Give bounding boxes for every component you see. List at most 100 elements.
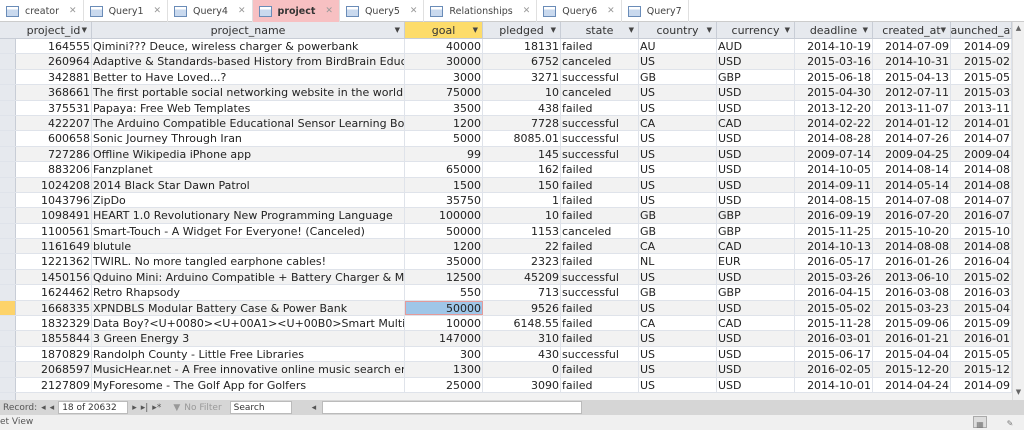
cell-project_name[interactable]: HEART 1.0 Revolutionary New Programming … bbox=[92, 208, 405, 223]
cell-project_id[interactable]: 1043796 bbox=[16, 192, 92, 208]
cell-launched_at[interactable]: 2015-05 bbox=[951, 69, 1012, 85]
cell-pledged[interactable]: 8085.01 bbox=[483, 131, 561, 146]
filter-icon[interactable]: ▼ bbox=[173, 403, 180, 413]
select-all[interactable] bbox=[0, 22, 16, 38]
horizontal-scrollbar[interactable] bbox=[322, 401, 582, 414]
cell-project_id[interactable]: 1668335 bbox=[16, 300, 92, 316]
row-selector[interactable] bbox=[0, 239, 16, 254]
column-header-launched_at[interactable]: launched_at bbox=[951, 22, 1012, 38]
next-record-icon[interactable]: ▸ bbox=[132, 403, 137, 413]
cell-currency[interactable]: USD bbox=[717, 146, 795, 162]
cell-state[interactable]: canceled bbox=[561, 223, 639, 239]
close-icon[interactable]: ✕ bbox=[325, 6, 333, 16]
cell-launched_at[interactable]: 2009-04 bbox=[951, 146, 1012, 162]
cell-deadline[interactable]: 2015-05-02 bbox=[795, 300, 873, 316]
column-header-currency[interactable]: currency ▼ bbox=[717, 22, 795, 38]
cell-project_id[interactable]: 375531 bbox=[16, 100, 92, 115]
cell-pledged[interactable]: 10 bbox=[483, 85, 561, 100]
cell-deadline[interactable]: 2014-10-13 bbox=[795, 239, 873, 254]
cell-currency[interactable]: USD bbox=[717, 192, 795, 208]
cell-project_id[interactable]: 368661 bbox=[16, 85, 92, 100]
cell-created_at[interactable]: 2016-07-20 bbox=[873, 208, 951, 223]
dropdown-arrow-icon[interactable]: ▼ bbox=[551, 26, 556, 34]
row-selector[interactable] bbox=[0, 177, 16, 192]
row-selector[interactable] bbox=[0, 254, 16, 269]
close-icon[interactable]: ✕ bbox=[238, 6, 246, 16]
cell-project_name[interactable]: Adaptive & Standards-based History from … bbox=[92, 54, 405, 69]
cell-launched_at[interactable]: 2014-08 bbox=[951, 162, 1012, 177]
cell-state[interactable]: failed bbox=[561, 39, 639, 54]
tab-query6[interactable]: Query6 ✕ bbox=[537, 0, 622, 22]
column-header-pledged[interactable]: pledged ▼ bbox=[483, 22, 561, 38]
cell-pledged[interactable]: 1153 bbox=[483, 223, 561, 239]
row-selector[interactable] bbox=[0, 331, 16, 346]
scroll-left-icon[interactable]: ◂ bbox=[312, 403, 317, 413]
cell-launched_at[interactable]: 2014-07 bbox=[951, 192, 1012, 208]
cell-pledged[interactable]: 162 bbox=[483, 162, 561, 177]
cell-project_id[interactable]: 1870829 bbox=[16, 346, 92, 362]
cell-deadline[interactable]: 2015-11-28 bbox=[795, 316, 873, 331]
cell-created_at[interactable]: 2015-09-06 bbox=[873, 316, 951, 331]
previous-record-icon[interactable]: ◂ bbox=[50, 403, 55, 413]
cell-project_name[interactable]: Papaya: Free Web Templates bbox=[92, 100, 405, 115]
row-selector[interactable] bbox=[0, 362, 16, 377]
cell-project_id[interactable]: 1221362 bbox=[16, 254, 92, 269]
cell-goal[interactable]: 50000 bbox=[405, 223, 483, 239]
cell-created_at[interactable]: 2014-10-31 bbox=[873, 54, 951, 69]
cell-project_id[interactable]: 1832329 bbox=[16, 316, 92, 331]
cell-project_name[interactable]: Retro Rhapsody bbox=[92, 285, 405, 300]
last-record-icon[interactable]: ▸| bbox=[141, 403, 149, 413]
cell-pledged[interactable]: 6148.55 bbox=[483, 316, 561, 331]
cell-pledged[interactable]: 45209 bbox=[483, 269, 561, 285]
cell-project_id[interactable]: 422207 bbox=[16, 115, 92, 131]
cell-deadline[interactable]: 2014-08-28 bbox=[795, 131, 873, 146]
cell-project_id[interactable]: 1450156 bbox=[16, 269, 92, 285]
cell-goal[interactable]: 12500 bbox=[405, 269, 483, 285]
column-header-goal[interactable]: goal ▼ bbox=[405, 22, 483, 38]
cell-created_at[interactable]: 2014-01-12 bbox=[873, 115, 951, 131]
cell-goal[interactable]: 25000 bbox=[405, 377, 483, 392]
cell-pledged[interactable]: 10 bbox=[483, 208, 561, 223]
cell-created_at[interactable]: 2015-04-04 bbox=[873, 346, 951, 362]
cell-pledged[interactable]: 713 bbox=[483, 285, 561, 300]
cell-created_at[interactable]: 2015-04-13 bbox=[873, 69, 951, 85]
cell-state[interactable]: successful bbox=[561, 285, 639, 300]
cell-launched_at[interactable]: 2014-09 bbox=[951, 39, 1012, 54]
dropdown-arrow-icon[interactable]: ▼ bbox=[629, 26, 634, 34]
close-icon[interactable]: ✕ bbox=[607, 6, 615, 16]
cell-state[interactable]: failed bbox=[561, 239, 639, 254]
cell-goal[interactable]: 65000 bbox=[405, 162, 483, 177]
cell-state[interactable]: failed bbox=[561, 208, 639, 223]
cell-created_at[interactable]: 2014-05-14 bbox=[873, 177, 951, 192]
cell-country[interactable]: US bbox=[639, 162, 717, 177]
row-selector[interactable] bbox=[0, 54, 16, 69]
cell-created_at[interactable]: 2013-06-10 bbox=[873, 269, 951, 285]
tab-project[interactable]: project ✕ bbox=[252, 0, 340, 22]
cell-launched_at[interactable]: 2016-01 bbox=[951, 331, 1012, 346]
cell-launched_at[interactable]: 2015-12 bbox=[951, 362, 1012, 377]
row-selector[interactable] bbox=[0, 392, 16, 400]
cell-deadline[interactable]: 2016-02-05 bbox=[795, 362, 873, 377]
cell-deadline[interactable]: 2015-03-16 bbox=[795, 54, 873, 69]
cell-country[interactable]: US bbox=[639, 362, 717, 377]
cell-goal[interactable]: 99 bbox=[405, 146, 483, 162]
tab-query4[interactable]: Query4 ✕ bbox=[168, 0, 253, 22]
cell-project_id[interactable]: 342881 bbox=[16, 69, 92, 85]
cell-deadline[interactable]: 2014-10-01 bbox=[795, 377, 873, 392]
cell-state[interactable]: successful bbox=[561, 69, 639, 85]
cell-launched_at[interactable]: 2015-03 bbox=[951, 85, 1012, 100]
cell-currency[interactable]: USD bbox=[717, 269, 795, 285]
scroll-down-icon[interactable]: ▼ bbox=[1013, 388, 1024, 400]
cell-country[interactable]: AU bbox=[639, 39, 717, 54]
cell-project_name[interactable]: MyForesome - The Golf App for Golfers bbox=[92, 377, 405, 392]
cell-country[interactable]: CA bbox=[639, 115, 717, 131]
cell-project_id[interactable]: 1100561 bbox=[16, 223, 92, 239]
cell-project_id[interactable]: 1855844 bbox=[16, 331, 92, 346]
cell-deadline[interactable]: 2016-03-01 bbox=[795, 331, 873, 346]
column-header-state[interactable]: state ▼ bbox=[561, 22, 639, 38]
cell-currency[interactable]: USD bbox=[717, 162, 795, 177]
datasheet-view-icon[interactable]: ▦ bbox=[973, 416, 987, 429]
cell-created_at[interactable]: 2014-07-09 bbox=[873, 39, 951, 54]
row-selector[interactable] bbox=[0, 223, 16, 239]
cell-project_name[interactable]: TWIRL. No more tangled earphone cables! bbox=[92, 254, 405, 269]
